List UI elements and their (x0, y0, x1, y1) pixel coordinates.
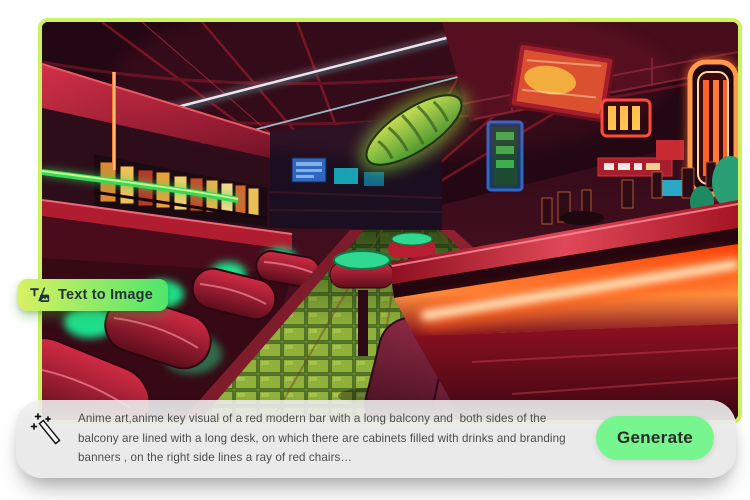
magic-wand-cursor-icon (30, 411, 66, 451)
generate-button[interactable]: Generate (596, 416, 714, 460)
prompt-bar: Anime art,anime key visual of a red mode… (16, 400, 736, 478)
text-to-image-icon (29, 286, 50, 304)
generated-image-art (42, 22, 738, 420)
generated-image (38, 18, 742, 424)
text-to-image-label: Text to Image (58, 287, 153, 303)
text-to-image-badge[interactable]: Text to Image (18, 279, 168, 311)
prompt-input[interactable]: Anime art,anime key visual of a red mode… (78, 409, 582, 468)
